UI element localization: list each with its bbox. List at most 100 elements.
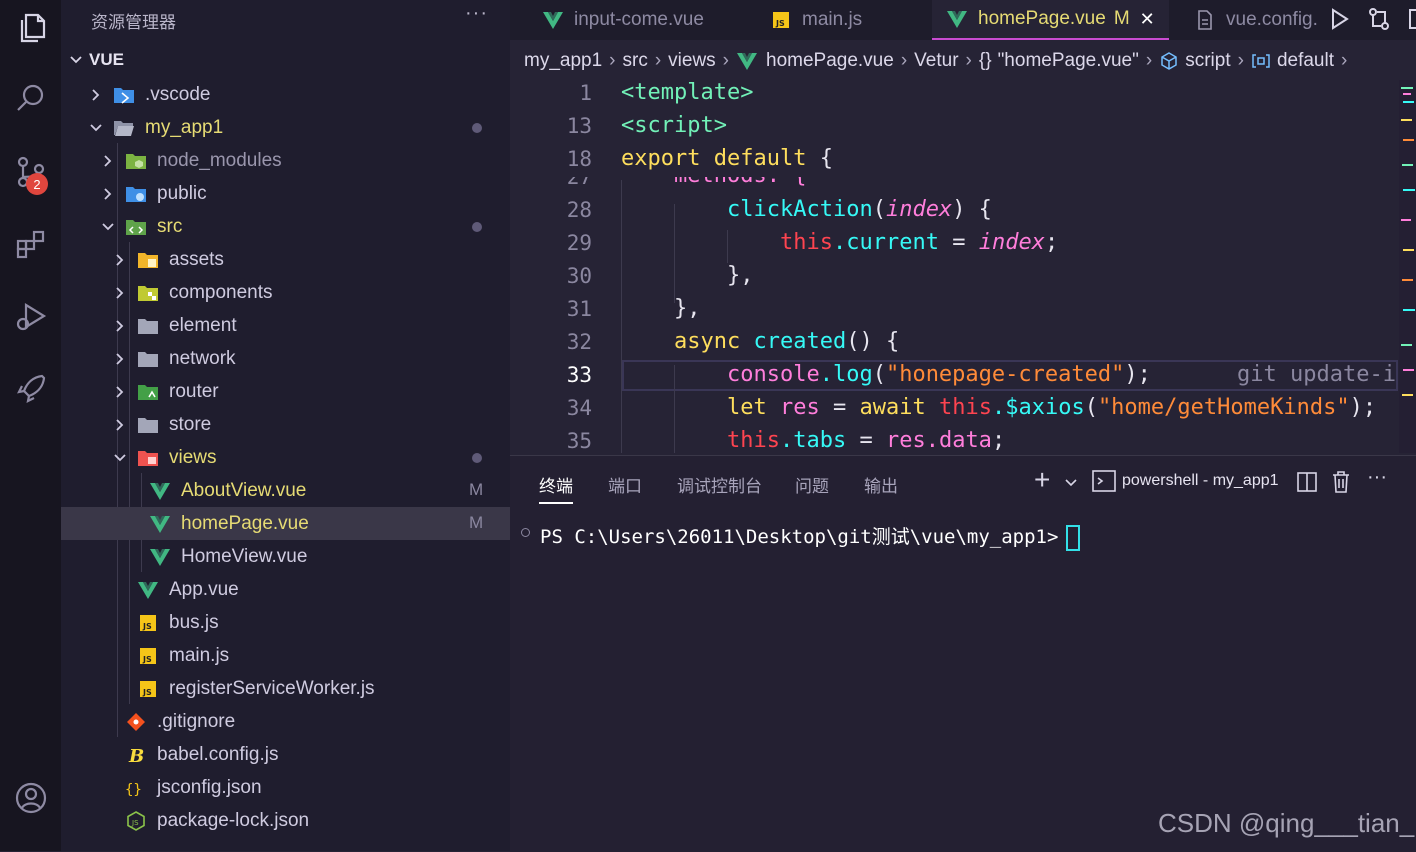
run-debug-icon[interactable]: [0, 290, 61, 342]
code-token: default: [713, 146, 807, 171]
tree-item-store[interactable]: store: [61, 408, 562, 441]
breadcrumb-item[interactable]: homePage.vue: [766, 50, 894, 72]
account-icon[interactable]: [0, 772, 61, 824]
tree-item-element[interactable]: element: [61, 309, 562, 342]
explorer-icon[interactable]: [0, 2, 61, 54]
explorer-sidebar: 资源管理器 ··· VUE .vscode my_app1 node_modul…: [61, 0, 598, 851]
bottom-panel: 终端 端口 调试控制台 问题 输出 + powershell - my_app1…: [510, 455, 1416, 852]
tree-item-registerserviceworker-js[interactable]: JS registerServiceWorker.js: [61, 672, 586, 705]
components-folder-icon: [137, 283, 159, 303]
svg-text:JS: JS: [142, 688, 152, 697]
compare-changes-icon[interactable]: [1366, 6, 1392, 32]
code-token: index: [978, 230, 1045, 255]
tab-output[interactable]: 输出: [864, 472, 898, 497]
breadcrumb-item[interactable]: src: [623, 50, 648, 72]
tree-item-label: views: [169, 446, 217, 468]
chevron-down-icon[interactable]: [1064, 476, 1078, 490]
terminal-prompt: PS C:\Users\26011\Desktop\git测试\vue\my_a…: [540, 526, 1059, 548]
new-terminal-button[interactable]: +: [1034, 464, 1050, 496]
cube-icon: [1159, 51, 1179, 71]
tree-item-jsconfig-json[interactable]: {} jsconfig.json: [61, 771, 574, 804]
split-terminal-icon[interactable]: [1296, 471, 1318, 493]
split-editor-icon[interactable]: [1406, 6, 1416, 32]
tree-item-public[interactable]: public: [61, 177, 550, 210]
code-line: this.current = index;: [780, 230, 1058, 255]
search-icon[interactable]: [0, 72, 61, 124]
code-line: },: [674, 296, 701, 321]
svg-text:{}: {}: [125, 782, 142, 798]
code-token: (: [1084, 395, 1098, 420]
tab-terminal[interactable]: 终端: [539, 472, 573, 504]
breadcrumb-item[interactable]: script: [1185, 50, 1230, 72]
tree-item-label: components: [169, 281, 273, 303]
workspace-root[interactable]: VUE: [69, 50, 124, 70]
editor-tab-bar: input-come.vue JS main.js homePage.vue M…: [510, 0, 1416, 40]
tree-item-main-js[interactable]: JS main.js: [61, 639, 586, 672]
tree-item-babel-config-js[interactable]: B babel.config.js: [61, 738, 574, 771]
close-icon[interactable]: ✕: [1140, 9, 1155, 30]
svg-text:JS: JS: [775, 19, 785, 28]
code-line: },: [727, 263, 754, 288]
tab-homepage-vue[interactable]: homePage.vue M ✕: [932, 0, 1169, 40]
breadcrumb-item[interactable]: Vetur: [914, 50, 958, 72]
tree-item-app-vue[interactable]: App.vue: [61, 573, 586, 606]
tab-main-js[interactable]: JS main.js: [770, 0, 862, 40]
tree-item-components[interactable]: components: [61, 276, 562, 309]
remote-rocket-icon[interactable]: [0, 362, 61, 414]
tree-item-my-app1[interactable]: my_app1: [61, 111, 538, 144]
tab-input-come-vue[interactable]: input-come.vue: [542, 0, 704, 40]
line-number: 28: [566, 198, 592, 222]
tree-item-label: babel.config.js: [157, 743, 279, 765]
tree-item-label: registerServiceWorker.js: [169, 677, 375, 699]
terminal-output[interactable]: PS C:\Users\26011\Desktop\git测试\vue\my_a…: [540, 522, 1081, 551]
breadcrumb-item[interactable]: default: [1277, 50, 1334, 72]
npm-file-icon: JS: [125, 810, 147, 831]
code-editor[interactable]: 1 <template> 13 <script> 18 export defau…: [510, 80, 1416, 453]
more-actions-icon[interactable]: ···: [465, 2, 488, 25]
chevron-right-icon: [113, 352, 127, 366]
code-token: .current: [832, 230, 939, 255]
run-icon[interactable]: [1326, 6, 1352, 32]
code-token: async: [674, 329, 741, 354]
breadcrumb-item[interactable]: my_app1: [524, 50, 602, 72]
tree-item-router[interactable]: router: [61, 375, 562, 408]
config-file-icon: [1194, 10, 1216, 30]
tree-item-assets[interactable]: assets: [61, 243, 562, 276]
line-number: 31: [566, 297, 592, 321]
tree-item-node-modules[interactable]: node_modules: [61, 144, 550, 177]
tab-debug-console[interactable]: 调试控制台: [677, 472, 762, 497]
code-token: () {: [846, 329, 900, 354]
minimap[interactable]: [1399, 80, 1416, 453]
code-line: console.log("honepage-created");: [727, 362, 1151, 387]
line-number: 30: [566, 264, 592, 288]
tree-item-src[interactable]: src: [61, 210, 550, 243]
tab-vue-config[interactable]: vue.config.: [1194, 0, 1318, 40]
code-token: await: [859, 395, 926, 420]
chevron-down-icon: [113, 451, 127, 465]
code-token: (: [872, 197, 886, 222]
tab-problems[interactable]: 问题: [795, 472, 829, 497]
tab-label: vue.config.: [1226, 9, 1318, 30]
code-token: =: [819, 395, 860, 420]
code-token: let: [727, 395, 767, 420]
tree-item-label: .gitignore: [157, 710, 236, 732]
terminal-selector[interactable]: powershell - my_app1: [1092, 470, 1279, 492]
chevron-down-icon: [70, 56, 82, 64]
tree-item-vscode[interactable]: .vscode: [61, 78, 538, 111]
code-token: );: [1124, 362, 1151, 387]
breadcrumb-item[interactable]: views: [668, 50, 716, 72]
tree-item-network[interactable]: network: [61, 342, 562, 375]
breadcrumb-item[interactable]: "homePage.vue": [998, 50, 1139, 72]
tree-item-views[interactable]: views: [61, 441, 562, 474]
tab-ports[interactable]: 端口: [608, 472, 642, 497]
tree-item-package-lock-json[interactable]: JS package-lock.json: [61, 804, 574, 837]
code-token: this: [938, 395, 992, 420]
tree-item-gitignore[interactable]: .gitignore: [61, 705, 574, 738]
more-actions-icon[interactable]: ···: [1367, 466, 1387, 489]
terminal-icon: [1092, 470, 1116, 492]
chevron-right-icon: ›: [654, 50, 662, 71]
extensions-icon[interactable]: [0, 218, 61, 270]
trash-icon[interactable]: [1330, 470, 1352, 494]
tree-item-bus-js[interactable]: JS bus.js: [61, 606, 586, 639]
tree-item-label: element: [169, 314, 237, 336]
